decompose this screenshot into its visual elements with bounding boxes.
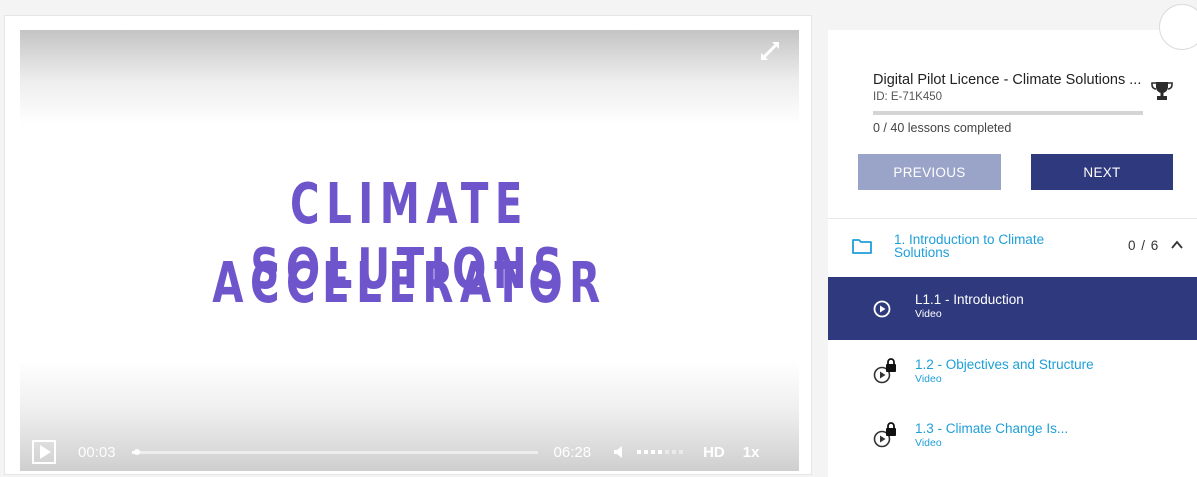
- course-title: Digital Pilot Licence - Climate Solution…: [873, 72, 1142, 88]
- section-title: 1. Introduction to Climate Solutions: [894, 232, 1045, 260]
- locked-play-icon: [873, 422, 896, 448]
- volume-icon[interactable]: [613, 445, 627, 459]
- previous-button[interactable]: PREVIOUS: [858, 154, 1001, 190]
- video-player-card: CLIMATE SOLUTIONS ACCELERATOR 00:03 06:2…: [5, 16, 811, 474]
- volume-step[interactable]: [637, 450, 642, 454]
- seek-handle[interactable]: [133, 448, 140, 455]
- current-time: 00:03: [78, 443, 116, 461]
- lesson-type: Video: [915, 437, 942, 449]
- fullscreen-icon[interactable]: [759, 40, 781, 62]
- volume-step[interactable]: [665, 450, 670, 454]
- video-title-line-2: ACCELERATOR: [212, 251, 607, 316]
- folder-icon: [852, 239, 872, 254]
- next-button[interactable]: NEXT: [1031, 154, 1173, 190]
- volume-step[interactable]: [644, 450, 649, 454]
- section-header[interactable]: 1. Introduction to Climate Solutions 0 /…: [828, 219, 1197, 275]
- course-progress-label: 0 / 40 lessons completed: [873, 121, 1012, 135]
- video-frame[interactable]: CLIMATE SOLUTIONS ACCELERATOR 00:03 06:2…: [20, 30, 799, 471]
- course-panel: Digital Pilot Licence - Climate Solution…: [828, 4, 1197, 477]
- volume-step[interactable]: [658, 450, 663, 454]
- volume-step[interactable]: [679, 450, 684, 454]
- course-id: ID: E-71K450: [873, 91, 943, 103]
- corner-button[interactable]: [1159, 4, 1197, 50]
- lesson-item-2[interactable]: 1.2 - Objectives and Structure Video: [828, 342, 1197, 405]
- volume-slider[interactable]: [637, 450, 684, 454]
- seek-bar[interactable]: [131, 448, 538, 455]
- volume-step[interactable]: [651, 450, 656, 454]
- quality-toggle[interactable]: HD: [703, 444, 725, 461]
- lesson-type: Video: [915, 308, 942, 320]
- playback-speed[interactable]: 1x: [743, 444, 760, 461]
- lesson-item-3[interactable]: 1.3 - Climate Change Is... Video: [828, 406, 1197, 469]
- lesson-type: Video: [915, 373, 942, 385]
- play-circle-icon: [873, 300, 891, 318]
- lesson-title: 1.3 - Climate Change Is...: [915, 421, 1069, 436]
- course-progress-bar: [873, 111, 1143, 115]
- duration: 06:28: [553, 443, 592, 461]
- trophy-icon: [1151, 82, 1173, 100]
- chevron-up-icon[interactable]: [1170, 238, 1184, 252]
- locked-play-icon: [873, 358, 896, 384]
- lesson-title: L1.1 - Introduction: [915, 292, 1024, 307]
- section-count: 0 / 6: [1128, 238, 1160, 253]
- lesson-item-1[interactable]: L1.1 - Introduction Video: [828, 277, 1197, 340]
- lesson-title: 1.2 - Objectives and Structure: [915, 357, 1094, 372]
- video-controls: 00:03 06:28 HD 1x: [20, 433, 799, 471]
- play-button[interactable]: [32, 440, 56, 464]
- volume-step[interactable]: [672, 450, 677, 454]
